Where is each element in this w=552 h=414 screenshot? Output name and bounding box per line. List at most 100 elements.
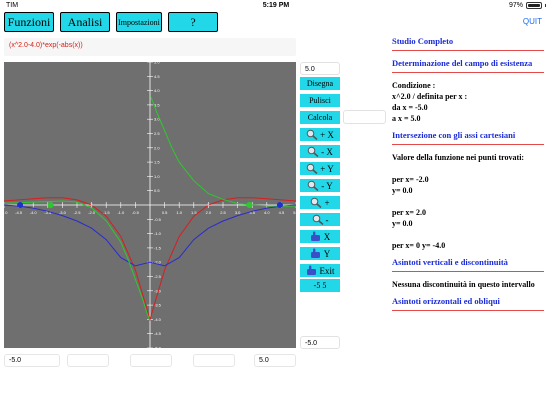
extra-field[interactable] (343, 110, 386, 124)
magnifier-icon (307, 180, 319, 191)
point-marker (246, 202, 253, 208)
zoom-in-button[interactable]: + (300, 196, 340, 209)
series-line (4, 200, 150, 320)
y-tick-label: -4.5 (154, 331, 162, 336)
root-marker: × (207, 203, 210, 209)
y-tick-label: 5.0 (154, 62, 160, 65)
zoom-out-x-label: - X (321, 146, 333, 157)
asintoti-verticali-body: Nessuna discontinuità in questo interval… (392, 279, 544, 290)
x-tick-label: 1.0 (176, 210, 182, 215)
status-bar: TIM 5:19 PM 97% (0, 0, 552, 12)
zoom-out-button[interactable]: - (300, 213, 340, 226)
y-tick-label: -4.0 (154, 317, 162, 322)
y-tick-label: -1.0 (154, 231, 162, 236)
bottom-field-4[interactable] (193, 354, 235, 367)
calcola-button[interactable]: Calcola (300, 111, 340, 124)
battery-tip (545, 4, 546, 7)
bottom-field-2[interactable] (67, 354, 109, 367)
pan-y-button[interactable]: Y (300, 247, 340, 260)
divider (392, 72, 544, 73)
magnifier-icon (307, 146, 319, 157)
impostazioni-button[interactable]: Impostazioni (116, 12, 162, 32)
magnifier-icon (311, 197, 322, 208)
y-tick-label: 1.5 (154, 160, 160, 165)
range-button[interactable]: -5 5 (300, 279, 340, 292)
xmin-field[interactable]: -5.0 (4, 354, 60, 367)
root-marker: × (90, 203, 93, 209)
x-tick-label: 5.0 (293, 210, 296, 215)
dominio-title: Determinazione del campo di esistenza (392, 58, 533, 68)
x-tick-label: -0.5 (132, 210, 140, 215)
point1-y: y= 0.0 (392, 186, 413, 195)
asintoti-orizzontali-title: Asintoti orizzontali ed obliqui (392, 296, 500, 306)
disegna-button[interactable]: Disegna (300, 77, 340, 90)
graph-area[interactable]: -5.0-4.5-4.0-3.5-3.0-2.5-2.0-1.5-1.0-0.5… (4, 62, 296, 348)
xmax-field[interactable]: 5.0 (254, 354, 296, 367)
zoom-out-label: - (325, 214, 329, 225)
battery-icon (526, 2, 542, 9)
x-tick-label: 4.5 (279, 210, 285, 215)
quit-button[interactable]: QUIT (523, 17, 542, 26)
magnifier-icon (312, 214, 324, 225)
zoom-in-y-button[interactable]: + Y (300, 162, 340, 175)
intersezione-title: Intersezione con gli assi cartesiani (392, 130, 516, 140)
pan-y-label: Y (323, 248, 331, 259)
x-tick-label: -2.5 (74, 210, 82, 215)
x-tick-label: -4.5 (15, 210, 23, 215)
pan-x-button[interactable]: X (300, 230, 340, 243)
battery-fill (528, 4, 540, 7)
zoom-in-label: + (324, 197, 330, 208)
y-tick-label: 2.5 (154, 131, 160, 136)
magnifier-icon (306, 129, 318, 140)
x-tick-label: 4.0 (264, 210, 270, 215)
y-tick-label: 1.0 (154, 174, 160, 179)
zoom-out-y-label: - Y (321, 180, 333, 191)
y-tick-label: -2.5 (154, 274, 162, 279)
x-tick-label: -3.0 (59, 210, 67, 215)
point3: per x= 0 y= -4.0 (392, 241, 446, 250)
formula-input[interactable]: (x^2.0-4.0)*exp(-abs(x)) (4, 38, 296, 56)
analisi-button[interactable]: Analisi (60, 12, 110, 32)
clock: 5:19 PM (262, 2, 290, 9)
analysis-panel: Studio Completo Determinazione del campo… (392, 36, 544, 318)
pulisci-button[interactable]: Pulisci (300, 94, 340, 107)
point2-y: y= 0.0 (392, 219, 413, 228)
range-from: da x = -5.0 (392, 103, 428, 112)
intersezione-body: Valore della funzione nei punti trovati:… (392, 152, 544, 251)
help-button[interactable]: ? (168, 12, 218, 32)
point1-x: per x= -2.0 (392, 175, 429, 184)
zoom-out-y-button[interactable]: - Y (300, 179, 340, 192)
range-to: a x = 5.0 (392, 114, 421, 123)
hand-pointer-icon (310, 248, 320, 258)
y-tick-label: 0.5 (154, 188, 160, 193)
divider (392, 144, 544, 145)
x-tick-label: -1.0 (117, 210, 125, 215)
series-line (150, 96, 296, 207)
x-tick-label: -4.0 (30, 210, 38, 215)
valore-label: Valore della funzione nei punti trovati: (392, 153, 525, 162)
y-tick-label: 4.0 (154, 88, 160, 93)
ymin-field[interactable]: -5.0 (300, 336, 340, 349)
ymax-field[interactable]: 5.0 (300, 62, 340, 75)
y-tick-label: -5.0 (154, 346, 162, 349)
magnifier-icon (306, 163, 318, 174)
divider (392, 50, 544, 51)
x-tick-label: 3.0 (235, 210, 241, 215)
zoom-out-x-button[interactable]: - X (300, 145, 340, 158)
hand-pointer-icon (310, 231, 320, 241)
x-tick-label: -5.0 (4, 210, 8, 215)
pan-x-label: X (323, 231, 331, 242)
funzioni-button[interactable]: Funzioni (4, 12, 54, 32)
point-marker (47, 202, 54, 208)
divider (392, 310, 544, 311)
battery-indicator: 97% (509, 2, 546, 9)
zoom-in-x-button[interactable]: + X (300, 128, 340, 141)
exit-button[interactable]: Exit (300, 264, 340, 277)
y-tick-label: 4.5 (154, 74, 160, 79)
y-tick-label: 2.0 (154, 145, 160, 150)
y-tick-label: -0.5 (154, 217, 162, 222)
point-marker (17, 202, 24, 208)
bottom-field-3[interactable] (130, 354, 172, 367)
battery-percent: 97% (508, 2, 523, 9)
condizione-label: Condizione : (392, 81, 436, 90)
